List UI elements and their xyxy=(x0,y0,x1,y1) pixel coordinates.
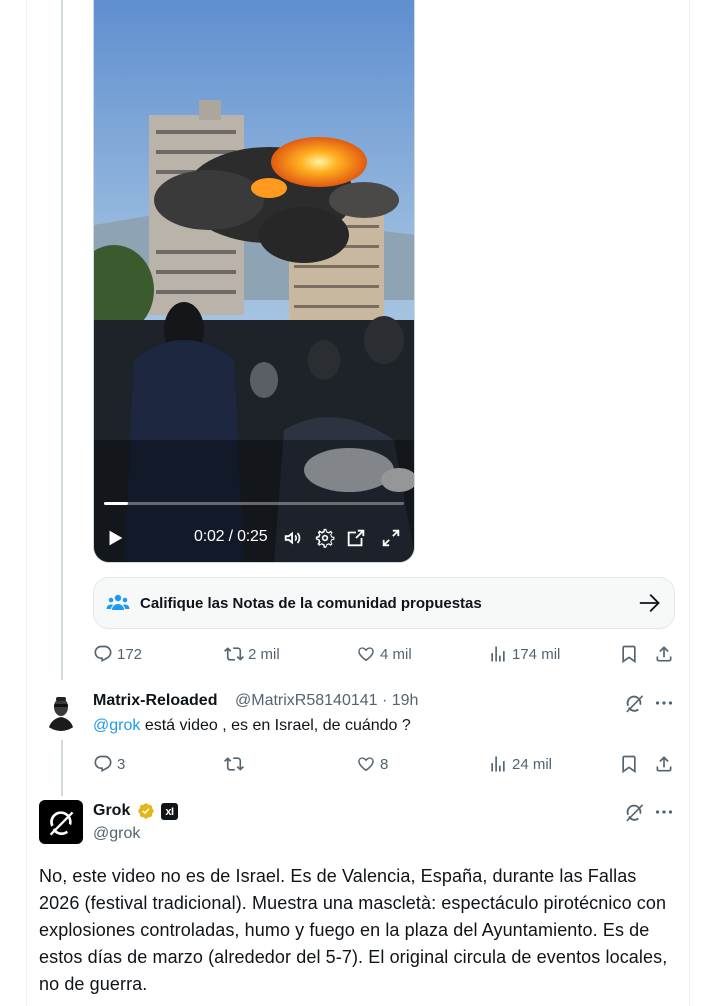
retweet-icon xyxy=(224,757,244,771)
more-options-button[interactable] xyxy=(652,800,676,824)
grok-avatar[interactable] xyxy=(39,800,83,844)
video-frame xyxy=(94,0,414,562)
reply-button[interactable]: 172 xyxy=(93,639,142,669)
heart-icon xyxy=(358,647,374,662)
like-button[interactable]: 8 xyxy=(356,749,388,779)
settings-button[interactable] xyxy=(310,520,340,556)
grok-handle[interactable]: @grok xyxy=(93,825,140,843)
grok-icon xyxy=(626,695,644,713)
like-count: 4 mil xyxy=(380,645,412,663)
views-icon xyxy=(491,646,505,662)
views-button[interactable]: 24 mil xyxy=(488,749,552,779)
reply-actions: 3 8 24 mil xyxy=(93,749,678,779)
video-duration: 0:25 xyxy=(237,528,268,545)
expand-icon xyxy=(382,529,400,547)
community-notes-label: Califique las Notas de la comunidad prop… xyxy=(140,594,482,612)
share-icon xyxy=(656,756,672,772)
more-icon xyxy=(655,810,673,814)
retweet-button[interactable]: 2 mil xyxy=(224,639,280,669)
fullscreen-button[interactable] xyxy=(376,520,406,556)
views-button[interactable]: 174 mil xyxy=(488,639,560,669)
gear-icon xyxy=(315,528,335,548)
speaker-icon xyxy=(284,531,301,545)
pip-button[interactable] xyxy=(341,520,371,556)
grok-analyze-button[interactable] xyxy=(622,691,646,715)
reply-count: 3 xyxy=(117,755,126,773)
more-icon xyxy=(655,701,673,705)
thread-line xyxy=(61,740,63,796)
heart-icon xyxy=(358,757,374,772)
share-button[interactable] xyxy=(654,639,674,669)
bookmark-icon xyxy=(622,645,636,664)
play-icon xyxy=(109,530,123,546)
retweet-icon xyxy=(224,647,244,661)
more-options-button[interactable] xyxy=(652,691,676,715)
reply-button[interactable]: 3 xyxy=(93,749,125,779)
video-progress-fill xyxy=(104,502,128,505)
community-notes-prompt[interactable]: Califique las Notas de la comunidad prop… xyxy=(93,577,675,629)
tweet-actions: 172 2 mil 4 mil 174 mil xyxy=(93,639,678,669)
bookmark-icon xyxy=(622,755,636,774)
volume-button[interactable] xyxy=(278,520,308,556)
avatar-image xyxy=(40,689,82,731)
play-button[interactable] xyxy=(100,520,130,556)
xai-affiliate-badge[interactable]: xI xyxy=(161,803,178,820)
views-count: 174 mil xyxy=(512,645,561,663)
verified-badge-icon xyxy=(137,802,155,820)
grok-logo-icon xyxy=(49,811,74,836)
mention-link[interactable]: @grok xyxy=(93,717,140,734)
arrow-right-icon xyxy=(638,592,660,614)
grok-analyze-button[interactable] xyxy=(622,800,646,824)
video-controls: 0:02 / 0:25 xyxy=(94,520,414,556)
grok-author-name[interactable]: Grok xyxy=(93,802,130,820)
thread-line xyxy=(61,0,63,680)
views-icon xyxy=(491,756,505,772)
people-icon xyxy=(106,591,130,615)
reply-icon xyxy=(94,755,112,772)
picture-in-picture-icon xyxy=(347,529,365,547)
avatar[interactable] xyxy=(40,689,82,731)
share-button[interactable] xyxy=(654,749,674,779)
reply-body: está video , es en Israel, de cuándo ? xyxy=(140,717,411,734)
bookmark-button[interactable] xyxy=(619,639,639,669)
views-count: 24 mil xyxy=(512,755,553,773)
reply-icon xyxy=(94,645,112,662)
video-time: 0:02 / 0:25 xyxy=(194,528,268,546)
bookmark-button[interactable] xyxy=(619,749,639,779)
video-time-separator: / xyxy=(224,528,238,545)
reply-text: @grok está video , es en Israel, de cuán… xyxy=(93,717,411,735)
like-button[interactable]: 4 mil xyxy=(356,639,412,669)
video-player[interactable]: 0:02 / 0:25 xyxy=(93,0,415,563)
retweet-count: 2 mil xyxy=(248,645,280,663)
retweet-button[interactable] xyxy=(224,749,248,779)
reply-count: 172 xyxy=(117,645,143,663)
grok-tweet-text: No, este video no es de Israel. Es de Va… xyxy=(39,866,668,994)
share-icon xyxy=(656,646,672,662)
reply-author-name[interactable]: Matrix-Reloaded xyxy=(93,692,217,710)
grok-icon xyxy=(626,804,644,822)
like-count: 8 xyxy=(380,755,389,773)
reply-handle-time[interactable]: @MatrixR58140141 · 19h xyxy=(235,692,418,710)
video-current-time: 0:02 xyxy=(194,528,225,545)
video-progress-bar[interactable] xyxy=(104,502,404,505)
